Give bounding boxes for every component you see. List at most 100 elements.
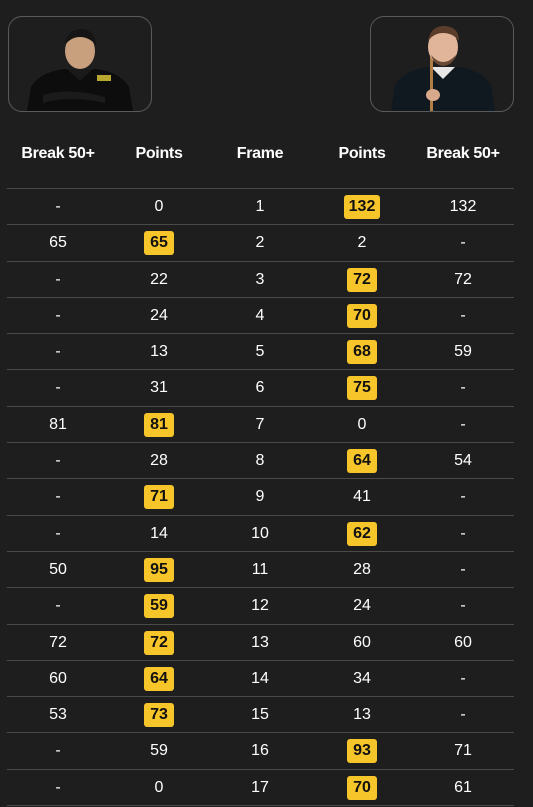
winner-points-badge: 71 [144,485,174,510]
right-break-cell: - [428,225,498,260]
table-row: - 14 10 62 - [7,516,514,552]
frame-number-cell-value: 9 [255,488,265,506]
left-break-cell: 72 [23,625,93,660]
right-break-cell-value: 61 [454,778,472,796]
left-break-cell-value: 53 [49,706,67,724]
left-break-cell: - [23,262,93,297]
frame-number-cell-value: 5 [255,343,265,361]
right-break-cell-value: 72 [454,270,472,288]
left-points-cell-value: 0 [154,198,164,215]
right-break-cell: - [428,370,498,405]
right-break-cell-value: 132 [449,198,477,215]
frame-number-cell-value: 1 [255,198,265,215]
right-break-cell-value: 54 [454,452,472,470]
left-break-cell: - [23,370,93,405]
frame-number-cell: 8 [225,443,295,478]
left-break-cell-value: - [55,198,61,215]
frame-number-cell: 12 [225,588,295,623]
right-points-cell-value: 24 [353,597,371,615]
right-points-cell: 75 [327,370,397,405]
left-break-cell: 53 [23,697,93,732]
left-break-cell: - [23,588,93,623]
right-points-cell-value: 13 [353,706,371,724]
right-break-cell-value: - [460,306,466,324]
right-break-cell: - [428,479,498,514]
frame-number-cell: 16 [225,733,295,768]
left-break-cell-value: - [55,597,61,615]
right-points-cell: 0 [327,407,397,442]
frame-number-cell-value: 8 [255,452,265,470]
left-points-cell-value: 22 [150,270,168,288]
left-points-cell-value: 59 [150,742,168,760]
left-break-cell-value: 65 [49,234,67,252]
frame-number-cell-value: 17 [251,778,269,796]
right-break-cell: 54 [428,443,498,478]
frame-number-cell: 15 [225,697,295,732]
frame-number-cell: 10 [225,516,295,551]
left-points-cell: 71 [124,479,194,514]
right-points-cell: 64 [327,443,397,478]
winner-points-badge: 62 [347,521,377,546]
left-break-cell: - [23,334,93,369]
frame-number-cell: 2 [225,225,295,260]
left-break-cell-value: 81 [49,415,67,433]
header-frame: Frame [236,145,284,162]
winner-points-badge: 93 [347,739,377,764]
right-points-cell-value: 28 [353,560,371,578]
frame-number-cell-value: 7 [255,415,265,433]
left-break-cell: - [23,189,93,224]
right-points-cell-value: 2 [357,234,367,252]
right-points-cell: 62 [327,516,397,551]
left-points-cell-value: 31 [150,379,168,397]
left-break-cell: - [23,516,93,551]
table-row: 72 72 13 60 60 [7,625,514,661]
left-break-cell: 50 [23,552,93,587]
frame-number-cell-value: 13 [251,633,269,651]
table-row: 60 64 14 34 - [7,661,514,698]
winner-points-badge: 75 [347,376,377,401]
frame-number-cell-value: 10 [251,524,269,542]
right-points-cell: 2 [327,225,397,260]
left-break-cell-value: 50 [49,560,67,578]
left-points-cell: 14 [124,516,194,551]
right-break-cell: 60 [428,625,498,660]
table-row: 53 73 15 13 - [7,697,514,734]
right-points-cell: 24 [327,588,397,623]
frame-number-cell-value: 14 [251,669,269,687]
frame-number-cell-value: 3 [255,270,265,288]
frame-number-cell: 17 [225,770,295,805]
left-points-cell-value: 24 [150,306,168,324]
left-points-cell: 28 [124,443,194,478]
right-break-cell-value: 60 [454,633,472,651]
right-points-cell: 70 [327,298,397,333]
right-break-cell: 132 [428,189,498,224]
frame-number-cell-value: 12 [251,597,269,615]
right-player-card[interactable] [370,16,514,112]
table-row: - 71 9 41 - [7,479,514,516]
left-points-cell: 95 [124,552,194,587]
right-break-cell-value: - [460,669,466,687]
frame-number-cell: 11 [225,552,295,587]
right-break-cell-value: - [460,415,466,433]
left-break-cell-value: - [55,742,61,760]
left-break-cell-value: - [55,306,61,324]
left-break-cell-value: 60 [49,669,67,687]
right-break-cell-value: - [460,488,466,506]
left-break-cell: - [23,770,93,805]
right-points-cell-value: 60 [353,633,371,651]
winner-points-badge: 73 [144,703,174,728]
left-break-cell: - [23,479,93,514]
right-points-cell: 28 [327,552,397,587]
right-break-cell: 59 [428,334,498,369]
right-break-cell: - [428,298,498,333]
winner-points-badge: 59 [144,594,174,619]
left-break-cell-value: - [55,270,61,288]
left-player-card[interactable] [8,16,152,112]
right-points-cell: 70 [327,770,397,805]
left-points-cell: 24 [124,298,194,333]
left-points-cell: 59 [124,733,194,768]
left-break-cell-value: - [55,488,61,506]
right-break-cell: 71 [428,733,498,768]
left-break-cell: - [23,733,93,768]
frame-number-cell-value: 2 [255,234,265,252]
